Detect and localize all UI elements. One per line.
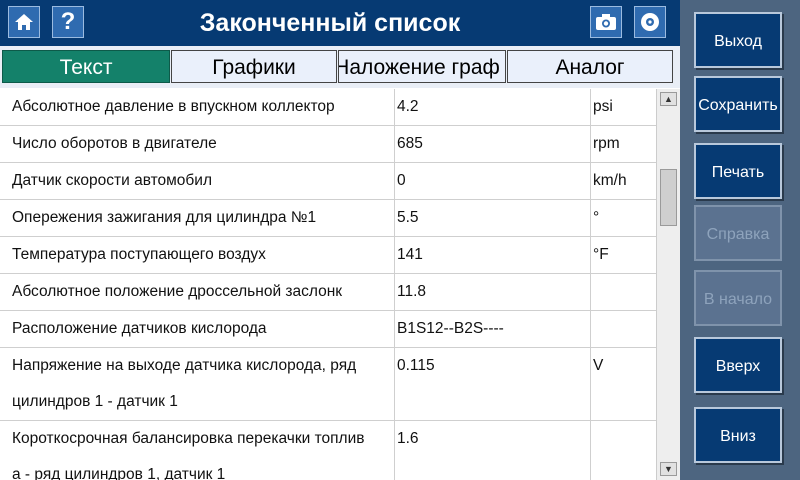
tab-bar: Текст Графики Наложение граф Аналог bbox=[0, 46, 680, 88]
param-name: Напряжение на выходе датчика кислорода, … bbox=[0, 348, 395, 420]
table-row[interactable]: Абсолютное положение дроссельной заслонк… bbox=[0, 274, 656, 311]
table-row[interactable]: Датчик скорости автомобил 0 km/h bbox=[0, 163, 656, 200]
disc-icon bbox=[641, 13, 659, 31]
param-unit: km/h bbox=[593, 172, 627, 189]
param-name: Опережения зажигания для цилиндра №1 bbox=[0, 200, 395, 236]
param-value: 4.2 bbox=[395, 89, 591, 125]
record-button[interactable] bbox=[634, 6, 666, 38]
param-name: Абсолютное положение дроссельной заслонк bbox=[0, 274, 395, 310]
table-row[interactable]: Короткосрочная балансировка перекачки то… bbox=[0, 421, 656, 480]
exit-button[interactable]: Выход bbox=[694, 12, 782, 68]
param-unit: °F bbox=[593, 246, 609, 263]
param-name: Короткосрочная балансировка перекачки то… bbox=[0, 421, 395, 480]
main-panel: ? Законченный список Текст Графики Налож… bbox=[0, 0, 680, 480]
param-unit: psi bbox=[593, 98, 613, 115]
param-value: 1.6 bbox=[395, 421, 591, 480]
screenshot-button[interactable] bbox=[590, 6, 622, 38]
param-unit: V bbox=[593, 357, 604, 374]
table-row[interactable]: Число оборотов в двигателе 685 rpm bbox=[0, 126, 656, 163]
param-unit bbox=[591, 274, 656, 310]
scroll-down-button[interactable]: Вниз bbox=[694, 407, 782, 463]
header-bar: ? Законченный список bbox=[0, 0, 680, 46]
param-name: Датчик скорости автомобил bbox=[0, 163, 395, 199]
table-row[interactable]: Опережения зажигания для цилиндра №1 5.5… bbox=[0, 200, 656, 237]
table-row[interactable]: Температура поступающего воздух 141 °F bbox=[0, 237, 656, 274]
table-row[interactable]: Расположение датчиков кислорода B1S12--B… bbox=[0, 311, 656, 348]
param-name: Расположение датчиков кислорода bbox=[0, 311, 395, 347]
param-name: Температура поступающего воздух bbox=[0, 237, 395, 273]
param-unit: ° bbox=[593, 209, 600, 226]
home-button[interactable] bbox=[8, 6, 40, 38]
param-value: 5.5 bbox=[395, 200, 591, 236]
param-value: 685 bbox=[395, 126, 591, 162]
param-value: 0 bbox=[395, 163, 591, 199]
save-button[interactable]: Сохранить bbox=[694, 76, 782, 132]
vertical-scrollbar[interactable]: ▲ ▼ bbox=[656, 89, 680, 480]
param-unit: rpm bbox=[593, 135, 620, 152]
home-side-button[interactable]: В начало bbox=[694, 270, 782, 326]
scroll-up-button[interactable]: Вверх bbox=[694, 337, 782, 393]
home-icon bbox=[15, 14, 33, 30]
page-title: Законченный список bbox=[199, 9, 461, 37]
tab-text[interactable]: Текст bbox=[2, 50, 170, 83]
help-icon: ? bbox=[60, 8, 76, 35]
side-panel: Выход Сохранить Печать Справка В начало … bbox=[680, 0, 800, 480]
help-side-button[interactable]: Справка bbox=[694, 205, 782, 261]
camera-icon bbox=[596, 14, 616, 30]
tab-analog[interactable]: Аналог bbox=[507, 50, 673, 83]
param-value: 11.8 bbox=[395, 274, 591, 310]
param-name: Число оборотов в двигателе bbox=[0, 126, 395, 162]
table-row[interactable]: Напряжение на выходе датчика кислорода, … bbox=[0, 348, 656, 421]
tab-graphs[interactable]: Графики bbox=[171, 50, 337, 83]
tab-overlay-graphs[interactable]: Наложение граф bbox=[338, 50, 506, 83]
scroll-up-arrow-icon[interactable]: ▲ bbox=[660, 92, 677, 106]
param-value: 0.115 bbox=[395, 348, 591, 420]
print-button[interactable]: Печать bbox=[694, 143, 782, 199]
param-unit bbox=[591, 421, 656, 480]
param-unit bbox=[591, 311, 656, 347]
scrollbar-thumb[interactable] bbox=[660, 169, 677, 226]
scroll-down-arrow-icon[interactable]: ▼ bbox=[660, 462, 677, 476]
param-value: B1S12--B2S---- bbox=[395, 311, 591, 347]
param-value: 141 bbox=[395, 237, 591, 273]
table-row[interactable]: Абсолютное давление в впускном коллектор… bbox=[0, 89, 656, 126]
param-name: Абсолютное давление в впускном коллектор bbox=[0, 89, 395, 125]
data-table: Абсолютное давление в впускном коллектор… bbox=[0, 89, 656, 480]
